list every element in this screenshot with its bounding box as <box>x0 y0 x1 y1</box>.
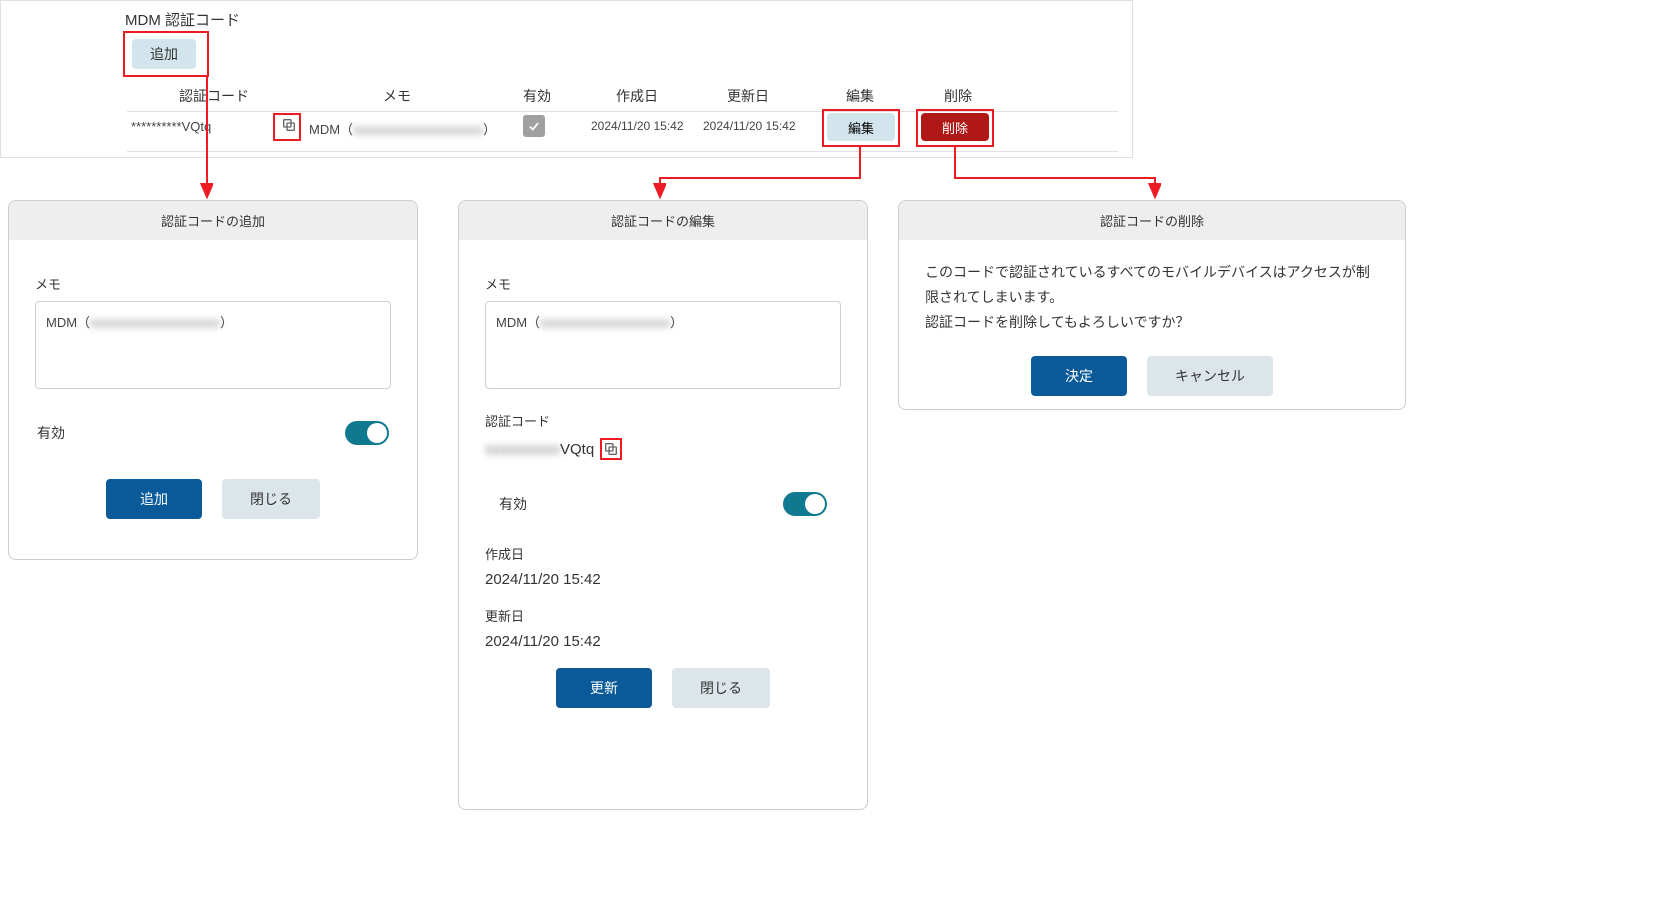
delete-warning-text: このコードで認証されているすべてのモバイルデバイスはアクセスが制限されてしまいま… <box>925 260 1379 336</box>
highlight-copy2 <box>600 438 622 460</box>
page-title: MDM 認証コード <box>125 9 240 30</box>
memo-blur: xxxxxxxxxxxxxxxxxxxx <box>90 315 220 330</box>
memo-prefix: MDM（ <box>496 315 540 330</box>
edit-code-value: xxxxxxxxxxVQtq <box>485 438 841 460</box>
divider <box>127 151 1118 152</box>
add-button[interactable]: 追加 <box>132 39 196 69</box>
delete-dialog-title: 認証コードの削除 <box>899 201 1405 240</box>
add-dialog: 認証コードの追加 メモ MDM（xxxxxxxxxxxxxxxxxxxx） 有効… <box>8 200 418 560</box>
edit-code-label: 認証コード <box>485 411 841 430</box>
edit-dialog: 認証コードの編集 メモ MDM（xxxxxxxxxxxxxxxxxxxx） 認証… <box>458 200 868 810</box>
memo-prefix: MDM（ <box>46 315 90 330</box>
th-memo: メモ <box>383 86 411 106</box>
edit-close-button[interactable]: 閉じる <box>672 668 770 708</box>
delete-button[interactable]: 削除 <box>921 113 989 141</box>
th-valid: 有効 <box>523 86 551 106</box>
th-delete: 削除 <box>944 86 972 106</box>
copy-icon[interactable] <box>281 117 297 133</box>
mdm-code-panel: MDM 認証コード 追加 認証コード メモ 有効 作成日 更新日 編集 削除 *… <box>0 0 1133 158</box>
edit-dialog-title: 認証コードの編集 <box>459 201 867 240</box>
delete-line1: このコードで認証されているすべてのモバイルデバイスはアクセスが制限されてしまいま… <box>925 264 1370 305</box>
copy-icon[interactable] <box>603 441 619 457</box>
edit-updated-label: 更新日 <box>485 606 841 625</box>
edit-memo-input[interactable]: MDM（xxxxxxxxxxxxxxxxxxxx） <box>485 301 841 389</box>
th-updated: 更新日 <box>727 86 769 106</box>
add-dialog-title: 認証コードの追加 <box>9 201 417 240</box>
add-memo-input[interactable]: MDM（xxxxxxxxxxxxxxxxxxxx） <box>35 301 391 389</box>
delete-cancel-button[interactable]: キャンセル <box>1147 356 1273 396</box>
edit-valid-toggle[interactable] <box>783 492 827 516</box>
add-valid-label: 有効 <box>37 423 65 443</box>
add-close-button[interactable]: 閉じる <box>222 479 320 519</box>
th-created: 作成日 <box>616 86 658 106</box>
edit-valid-label: 有効 <box>499 494 527 514</box>
edit-created-value: 2024/11/20 15:42 <box>485 571 841 588</box>
delete-confirm-button[interactable]: 決定 <box>1031 356 1127 396</box>
cell-updated: 2024/11/20 15:42 <box>703 119 796 133</box>
code-blur: xxxxxxxxxx <box>485 441 560 458</box>
memo-prefix: MDM（ <box>309 122 353 137</box>
code-suffix: VQtq <box>560 441 594 458</box>
th-code: 認証コード <box>179 86 249 106</box>
cell-memo: MDM（xxxxxxxxxxxxxxxxxxxx） <box>309 119 496 138</box>
add-valid-toggle[interactable] <box>345 421 389 445</box>
cell-code: **********VQtq <box>131 119 211 134</box>
divider <box>127 111 1118 112</box>
add-memo-label: メモ <box>35 274 391 293</box>
memo-blur: xxxxxxxxxxxxxxxxxxxx <box>540 315 670 330</box>
memo-suffix: ） <box>220 315 233 330</box>
add-submit-button[interactable]: 追加 <box>106 479 202 519</box>
cell-created: 2024/11/20 15:42 <box>591 119 684 133</box>
delete-line2: 認証コードを削除してもよろしいですか？ <box>925 314 1189 330</box>
delete-dialog: 認証コードの削除 このコードで認証されているすべてのモバイルデバイスはアクセスが… <box>898 200 1406 410</box>
edit-update-button[interactable]: 更新 <box>556 668 652 708</box>
memo-suffix: ） <box>670 315 683 330</box>
edit-created-label: 作成日 <box>485 544 841 563</box>
edit-memo-label: メモ <box>485 274 841 293</box>
th-edit: 編集 <box>846 86 874 106</box>
memo-suffix: ） <box>483 122 496 137</box>
edit-button[interactable]: 編集 <box>827 113 895 141</box>
cell-valid-checkbox <box>523 115 545 137</box>
memo-blur: xxxxxxxxxxxxxxxxxxxx <box>353 122 483 137</box>
edit-updated-value: 2024/11/20 15:42 <box>485 633 841 650</box>
